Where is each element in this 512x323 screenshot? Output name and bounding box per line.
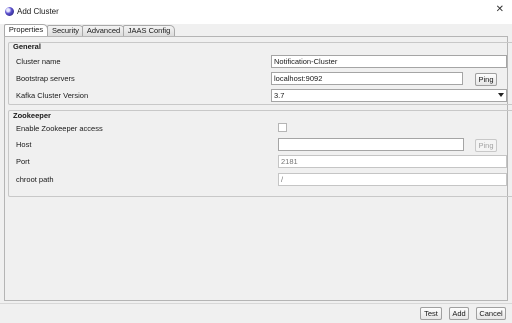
- tab-properties[interactable]: Properties: [4, 24, 48, 36]
- enable-zookeeper-checkbox[interactable]: [278, 123, 287, 132]
- tab-strip: Properties Security Advanced JAAS Config: [4, 24, 508, 36]
- bootstrap-servers-input[interactable]: [271, 72, 463, 85]
- zookeeper-group: Zookeeper Enable Zookeeper access Host P…: [8, 110, 512, 197]
- test-button[interactable]: Test: [420, 307, 442, 320]
- kafka-version-label: Kafka Cluster Version: [16, 91, 89, 100]
- add-button[interactable]: Add: [449, 307, 469, 320]
- cluster-name-input[interactable]: [271, 55, 507, 68]
- zookeeper-group-title: Zookeeper: [13, 111, 51, 120]
- footer-divider: [0, 303, 512, 304]
- tab-jaas-config[interactable]: JAAS Config: [123, 25, 175, 36]
- cancel-button[interactable]: Cancel: [476, 307, 506, 320]
- cluster-name-label: Cluster name: [16, 57, 61, 66]
- chevron-down-icon: [498, 93, 504, 97]
- kafka-version-select[interactable]: 3.7: [271, 89, 507, 102]
- zookeeper-port-input[interactable]: [278, 155, 507, 168]
- zookeeper-ping-button[interactable]: Ping: [475, 139, 497, 152]
- kafka-version-value: 3.7: [274, 91, 285, 100]
- chroot-path-label: chroot path: [16, 175, 54, 184]
- enable-zookeeper-label: Enable Zookeeper access: [16, 124, 103, 133]
- properties-panel: General Cluster name Bootstrap servers P…: [4, 36, 512, 301]
- bootstrap-ping-button[interactable]: Ping: [475, 73, 497, 86]
- zookeeper-host-input[interactable]: [278, 138, 464, 151]
- tab-advanced[interactable]: Advanced: [82, 25, 125, 36]
- general-group: General Cluster name Bootstrap servers P…: [8, 42, 512, 105]
- app-logo-icon: [5, 7, 14, 16]
- zookeeper-port-label: Port: [16, 157, 30, 166]
- general-group-title: General: [13, 42, 41, 51]
- bootstrap-servers-label: Bootstrap servers: [16, 74, 75, 83]
- title-bar: Add Cluster ✕: [0, 0, 512, 24]
- close-icon[interactable]: ✕: [496, 5, 504, 15]
- zookeeper-host-label: Host: [16, 140, 32, 149]
- window-title: Add Cluster: [17, 7, 59, 16]
- tab-security[interactable]: Security: [47, 25, 84, 36]
- chroot-path-input[interactable]: [278, 173, 507, 186]
